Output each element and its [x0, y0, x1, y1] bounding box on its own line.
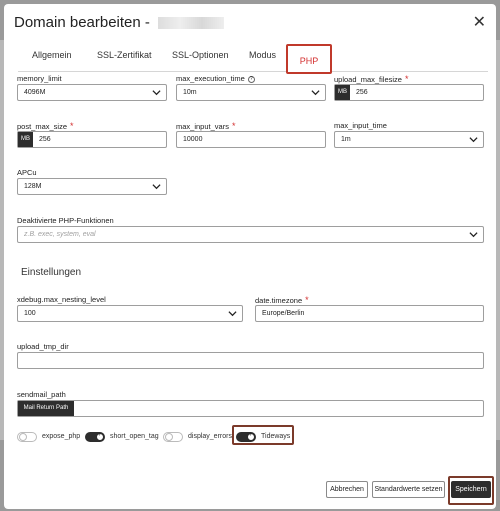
- upload-tmp-dir-label: upload_tmp_dir: [17, 342, 69, 351]
- max-execution-time-label: max_execution_time?: [176, 74, 255, 83]
- tab-php-label: PHP: [299, 56, 319, 66]
- chevron-down-icon: [152, 184, 161, 190]
- expose-php-label: expose_php: [42, 433, 81, 440]
- redacted-domain-name: [158, 17, 225, 30]
- chevron-down-icon: [152, 90, 161, 96]
- unit-addon: MB: [18, 132, 33, 147]
- max-input-vars-label: max_input_vars *: [176, 121, 236, 131]
- info-icon[interactable]: ?: [247, 75, 255, 83]
- xdebug-select[interactable]: 100: [17, 305, 243, 322]
- timezone-value: Europe/Berlin: [262, 310, 305, 317]
- tab-mode[interactable]: Modus: [249, 50, 276, 60]
- disabled-functions-label: Deaktivierte PHP-Funktionen: [17, 216, 114, 225]
- sendmail-path-label: sendmail_path: [17, 390, 66, 399]
- save-button[interactable]: Speichern: [451, 481, 491, 498]
- memory-limit-label: memory_limit: [17, 74, 62, 83]
- chevron-down-icon: [469, 232, 478, 238]
- upload-tmp-dir-input[interactable]: [17, 352, 484, 369]
- sendmail-path-input[interactable]: Mail Return Path: [17, 400, 484, 417]
- unit-addon: MB: [335, 85, 350, 100]
- chevron-down-icon: [311, 90, 320, 96]
- xdebug-value: 100: [24, 310, 36, 317]
- required-marker: *: [231, 121, 236, 131]
- post-max-size-input[interactable]: MB 256: [17, 131, 167, 148]
- chevron-down-icon: [469, 137, 478, 143]
- post-max-size-value: 256: [39, 136, 51, 143]
- max-input-vars-input[interactable]: 10000: [176, 131, 326, 148]
- tideways-label: Tideways: [261, 433, 291, 440]
- cancel-button[interactable]: Abbrechen: [326, 481, 368, 498]
- toggle-tideways[interactable]: Tideways: [236, 431, 294, 445]
- xdebug-label: xdebug.max_nesting_level: [17, 295, 106, 304]
- apcu-value: 128M: [24, 183, 42, 190]
- display-errors-switch[interactable]: [163, 432, 183, 442]
- max-input-vars-value: 10000: [183, 136, 203, 143]
- required-marker: *: [305, 295, 309, 305]
- max-execution-time-select[interactable]: 10m: [176, 84, 326, 101]
- edit-domain-dialog: Domain bearbeiten - ✕ Allgemein SSL-Zert…: [4, 4, 496, 509]
- chevron-down-icon: [228, 311, 237, 317]
- post-max-size-label: post_max_size *: [17, 121, 74, 131]
- backdrop-edge-right: [496, 40, 500, 440]
- required-marker: *: [70, 121, 74, 131]
- required-marker: *: [404, 74, 409, 84]
- section-title-settings: Einstellungen: [21, 267, 82, 278]
- tab-ssl-options[interactable]: SSL-Optionen: [172, 50, 229, 60]
- mail-return-path-addon[interactable]: Mail Return Path: [18, 401, 74, 416]
- apcu-label: APCu: [17, 168, 37, 177]
- dialog-title-text: Domain bearbeiten -: [14, 14, 150, 31]
- tab-php[interactable]: PHP: [286, 44, 332, 74]
- expose-php-switch[interactable]: [17, 432, 37, 442]
- display-errors-label: display_errors: [188, 433, 232, 440]
- set-defaults-button[interactable]: Standardwerte setzen: [372, 481, 445, 498]
- memory-limit-select[interactable]: 4096M: [17, 84, 167, 101]
- memory-limit-value: 4096M: [24, 89, 46, 96]
- disabled-functions-select[interactable]: z.B. exec, system, eval: [17, 226, 484, 243]
- tab-ssl-certificate[interactable]: SSL-Zertifikat: [97, 50, 152, 60]
- dialog-title: Domain bearbeiten -: [14, 14, 225, 31]
- apcu-select[interactable]: 128M: [17, 178, 167, 195]
- toggle-display-errors[interactable]: display_errors: [163, 431, 233, 445]
- disabled-functions-placeholder: z.B. exec, system, eval: [24, 231, 96, 238]
- max-execution-time-value: 10m: [183, 89, 197, 96]
- max-input-time-select[interactable]: 1m: [334, 131, 484, 148]
- max-input-time-value: 1m: [341, 136, 351, 143]
- close-icon[interactable]: ✕: [473, 12, 486, 32]
- toggle-short-open-tag[interactable]: short_open_tag: [85, 431, 165, 445]
- tab-allgemein[interactable]: Allgemein: [32, 50, 72, 60]
- upload-max-filesize-label: upload_max_filesize *: [334, 74, 409, 84]
- short-open-tag-label: short_open_tag: [110, 433, 159, 440]
- upload-max-filesize-value: 256: [356, 89, 368, 96]
- upload-max-filesize-input[interactable]: MB 256: [334, 84, 484, 101]
- short-open-tag-switch[interactable]: [85, 432, 105, 442]
- max-input-time-label: max_input_time: [334, 121, 387, 130]
- timezone-input[interactable]: Europe/Berlin: [255, 305, 484, 322]
- tab-bar: Allgemein SSL-Zertifikat SSL-Optionen Mo…: [18, 44, 488, 72]
- tideways-switch[interactable]: [236, 432, 256, 442]
- timezone-label: date.timezone *: [255, 295, 309, 305]
- toggle-expose-php[interactable]: expose_php: [17, 431, 87, 445]
